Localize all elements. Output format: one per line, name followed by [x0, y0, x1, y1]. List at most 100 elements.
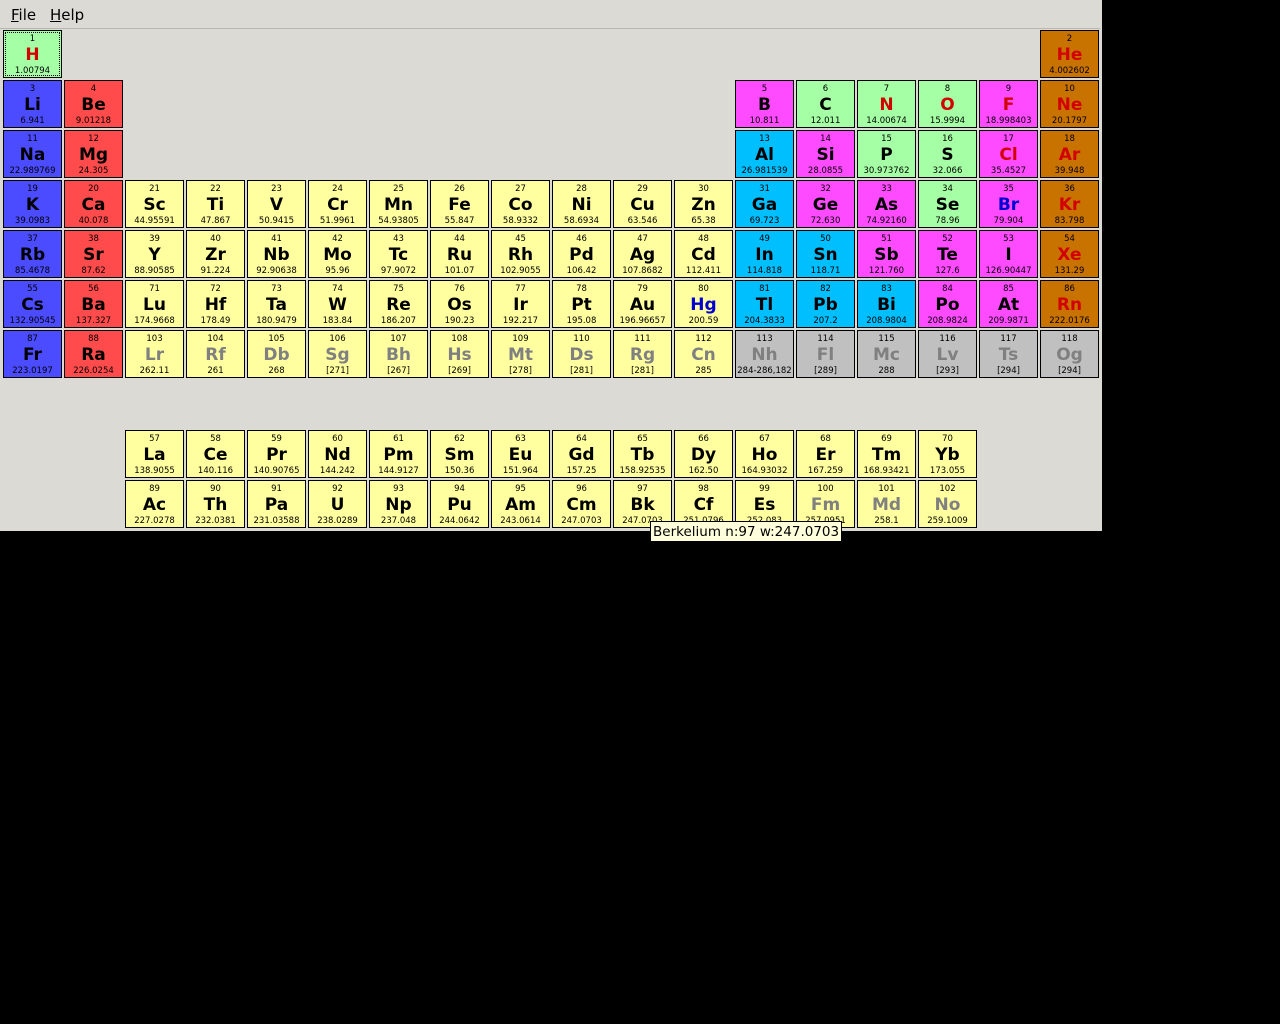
element-cell-tc[interactable]: 43 Tc 97.9072: [369, 230, 428, 278]
element-cell-at[interactable]: 85 At 209.9871: [979, 280, 1038, 328]
element-cell-fe[interactable]: 26 Fe 55.847: [430, 180, 489, 228]
element-cell-cu[interactable]: 29 Cu 63.546: [613, 180, 672, 228]
element-cell-ne[interactable]: 10 Ne 20.1797: [1040, 80, 1099, 128]
element-cell-ni[interactable]: 28 Ni 58.6934: [552, 180, 611, 228]
element-cell-o[interactable]: 8 O 15.9994: [918, 80, 977, 128]
element-cell-nd[interactable]: 60 Nd 144.242: [308, 430, 367, 478]
element-cell-dy[interactable]: 66 Dy 162.50: [674, 430, 733, 478]
element-cell-rb[interactable]: 37 Rb 85.4678: [3, 230, 62, 278]
element-cell-lu[interactable]: 71 Lu 174.9668: [125, 280, 184, 328]
element-cell-gd[interactable]: 64 Gd 157.25: [552, 430, 611, 478]
element-cell-pr[interactable]: 59 Pr 140.90765: [247, 430, 306, 478]
element-cell-cl[interactable]: 17 Cl 35.4527: [979, 130, 1038, 178]
element-cell-pt[interactable]: 78 Pt 195.08: [552, 280, 611, 328]
element-cell-pb[interactable]: 82 Pb 207.2: [796, 280, 855, 328]
element-cell-cr[interactable]: 24 Cr 51.9961: [308, 180, 367, 228]
element-cell-nh[interactable]: 113 Nh 284-286,182: [735, 330, 794, 378]
element-cell-ac[interactable]: 89 Ac 227.0278: [125, 480, 184, 528]
element-cell-ds[interactable]: 110 Ds [281]: [552, 330, 611, 378]
element-cell-yb[interactable]: 70 Yb 173.055: [918, 430, 977, 478]
element-cell-re[interactable]: 75 Re 186.207: [369, 280, 428, 328]
element-cell-cd[interactable]: 48 Cd 112.411: [674, 230, 733, 278]
element-cell-np[interactable]: 93 Np 237.048: [369, 480, 428, 528]
element-cell-y[interactable]: 39 Y 88.90585: [125, 230, 184, 278]
element-cell-zn[interactable]: 30 Zn 65.38: [674, 180, 733, 228]
element-cell-cn[interactable]: 112 Cn 285: [674, 330, 733, 378]
element-cell-ge[interactable]: 32 Ge 72.630: [796, 180, 855, 228]
element-cell-sg[interactable]: 106 Sg [271]: [308, 330, 367, 378]
element-cell-zr[interactable]: 40 Zr 91.224: [186, 230, 245, 278]
element-cell-i[interactable]: 53 I 126.90447: [979, 230, 1038, 278]
element-cell-ga[interactable]: 31 Ga 69.723: [735, 180, 794, 228]
element-cell-au[interactable]: 79 Au 196.96657: [613, 280, 672, 328]
element-cell-og[interactable]: 118 Og [294]: [1040, 330, 1099, 378]
element-cell-v[interactable]: 23 V 50.9415: [247, 180, 306, 228]
element-cell-ag[interactable]: 47 Ag 107.8682: [613, 230, 672, 278]
element-cell-w[interactable]: 74 W 183.84: [308, 280, 367, 328]
element-cell-tb[interactable]: 65 Tb 158.92535: [613, 430, 672, 478]
element-cell-sn[interactable]: 50 Sn 118.71: [796, 230, 855, 278]
element-cell-bi[interactable]: 83 Bi 208.9804: [857, 280, 916, 328]
element-cell-h[interactable]: 1 H 1.00794: [3, 30, 62, 78]
element-cell-fr[interactable]: 87 Fr 223.0197: [3, 330, 62, 378]
element-cell-db[interactable]: 105 Db 268: [247, 330, 306, 378]
element-cell-cs[interactable]: 55 Cs 132.90545: [3, 280, 62, 328]
element-cell-rf[interactable]: 104 Rf 261: [186, 330, 245, 378]
element-cell-he[interactable]: 2 He 4.002602: [1040, 30, 1099, 78]
element-cell-mg[interactable]: 12 Mg 24.305: [64, 130, 123, 178]
element-cell-la[interactable]: 57 La 138.9055: [125, 430, 184, 478]
element-cell-ru[interactable]: 44 Ru 101.07: [430, 230, 489, 278]
element-cell-am[interactable]: 95 Am 243.0614: [491, 480, 550, 528]
element-cell-b[interactable]: 5 B 10.811: [735, 80, 794, 128]
element-cell-ts[interactable]: 117 Ts [294]: [979, 330, 1038, 378]
element-cell-th[interactable]: 90 Th 232.0381: [186, 480, 245, 528]
element-cell-n[interactable]: 7 N 14.00674: [857, 80, 916, 128]
element-cell-li[interactable]: 3 Li 6.941: [3, 80, 62, 128]
element-cell-lv[interactable]: 116 Lv [293]: [918, 330, 977, 378]
element-cell-os[interactable]: 76 Os 190.23: [430, 280, 489, 328]
element-cell-as[interactable]: 33 As 74.92160: [857, 180, 916, 228]
element-cell-hs[interactable]: 108 Hs [269]: [430, 330, 489, 378]
element-cell-mo[interactable]: 42 Mo 95.96: [308, 230, 367, 278]
element-cell-kr[interactable]: 36 Kr 83.798: [1040, 180, 1099, 228]
element-cell-pd[interactable]: 46 Pd 106.42: [552, 230, 611, 278]
element-cell-in[interactable]: 49 In 114.818: [735, 230, 794, 278]
element-cell-br[interactable]: 35 Br 79.904: [979, 180, 1038, 228]
element-cell-be[interactable]: 4 Be 9.01218: [64, 80, 123, 128]
element-cell-te[interactable]: 52 Te 127.6: [918, 230, 977, 278]
element-cell-rg[interactable]: 111 Rg [281]: [613, 330, 672, 378]
element-cell-nb[interactable]: 41 Nb 92.90638: [247, 230, 306, 278]
element-cell-u[interactable]: 92 U 238.0289: [308, 480, 367, 528]
element-cell-p[interactable]: 15 P 30.973762: [857, 130, 916, 178]
menu-help[interactable]: Help: [50, 6, 84, 24]
element-cell-se[interactable]: 34 Se 78.96: [918, 180, 977, 228]
element-cell-xe[interactable]: 54 Xe 131.29: [1040, 230, 1099, 278]
element-cell-s[interactable]: 16 S 32.066: [918, 130, 977, 178]
element-cell-mc[interactable]: 115 Mc 288: [857, 330, 916, 378]
element-cell-co[interactable]: 27 Co 58.9332: [491, 180, 550, 228]
element-cell-ba[interactable]: 56 Ba 137.327: [64, 280, 123, 328]
element-cell-po[interactable]: 84 Po 208.9824: [918, 280, 977, 328]
element-cell-ho[interactable]: 67 Ho 164.93032: [735, 430, 794, 478]
element-cell-sb[interactable]: 51 Sb 121.760: [857, 230, 916, 278]
element-cell-pm[interactable]: 61 Pm 144.9127: [369, 430, 428, 478]
element-cell-na[interactable]: 11 Na 22.989769: [3, 130, 62, 178]
element-cell-mt[interactable]: 109 Mt [278]: [491, 330, 550, 378]
element-cell-sr[interactable]: 38 Sr 87.62: [64, 230, 123, 278]
element-cell-ce[interactable]: 58 Ce 140.116: [186, 430, 245, 478]
element-cell-ti[interactable]: 22 Ti 47.867: [186, 180, 245, 228]
element-cell-ar[interactable]: 18 Ar 39.948: [1040, 130, 1099, 178]
menu-file[interactable]: File: [11, 6, 36, 24]
element-cell-pu[interactable]: 94 Pu 244.0642: [430, 480, 489, 528]
element-cell-ca[interactable]: 20 Ca 40.078: [64, 180, 123, 228]
element-cell-hg[interactable]: 80 Hg 200.59: [674, 280, 733, 328]
element-cell-tm[interactable]: 69 Tm 168.93421: [857, 430, 916, 478]
element-cell-no[interactable]: 102 No 259.1009: [918, 480, 977, 528]
element-cell-cm[interactable]: 96 Cm 247.0703: [552, 480, 611, 528]
element-cell-rn[interactable]: 86 Rn 222.0176: [1040, 280, 1099, 328]
element-cell-bh[interactable]: 107 Bh [267]: [369, 330, 428, 378]
element-cell-fl[interactable]: 114 Fl [289]: [796, 330, 855, 378]
element-cell-c[interactable]: 6 C 12.011: [796, 80, 855, 128]
element-cell-ta[interactable]: 73 Ta 180.9479: [247, 280, 306, 328]
element-cell-lr[interactable]: 103 Lr 262.11: [125, 330, 184, 378]
